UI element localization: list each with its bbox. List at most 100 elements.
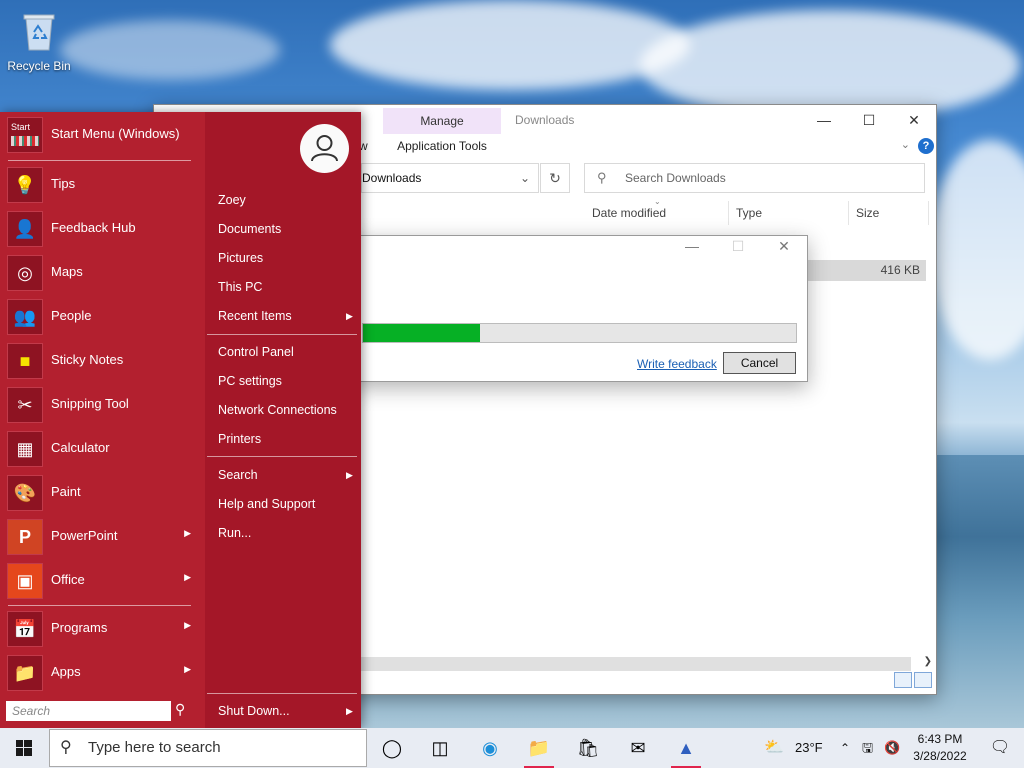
programs-item[interactable]: 📅 Programs ▶ (5, 609, 195, 649)
search-item[interactable]: Search (218, 468, 258, 482)
start-app-item[interactable]: ▦ Calculator (5, 429, 195, 469)
network-connections-item[interactable]: Network Connections (218, 403, 337, 417)
store-icon[interactable]: 🛍 (564, 728, 612, 768)
start-app-label: Feedback Hub (51, 220, 136, 235)
start-app-item[interactable]: 👤 Feedback Hub (5, 209, 195, 249)
apps-item[interactable]: 📁 Apps ▶ (5, 653, 195, 693)
cancel-button[interactable]: Cancel (723, 352, 796, 374)
run-item[interactable]: Run... (218, 526, 251, 540)
start-app-label: Sticky Notes (51, 352, 124, 367)
dialog-maximize-button: ☐ (731, 238, 745, 254)
cortana-icon[interactable]: ◯ (368, 728, 416, 768)
this-pc-item[interactable]: This PC (218, 280, 262, 294)
start-app-item[interactable]: ▣ Office ▶ (5, 561, 195, 601)
minimize-button[interactable]: — (801, 107, 847, 133)
refresh-button[interactable]: ↻ (540, 163, 570, 193)
recycle-bin-label: Recycle Bin (7, 59, 71, 73)
start-menu-header-item[interactable]: Start Start Menu (Windows) (5, 115, 195, 155)
start-app-item[interactable]: ■ Sticky Notes (5, 341, 195, 381)
user-name-item[interactable]: Zoey (218, 193, 246, 207)
start-app-item[interactable]: P PowerPoint ▶ (5, 517, 195, 557)
recent-items-item[interactable]: Recent Items (218, 309, 292, 323)
pictures-item[interactable]: Pictures (218, 251, 263, 265)
apps-label: Apps (51, 664, 81, 679)
sky-cloud (930, 140, 1024, 360)
write-feedback-link[interactable]: Write feedback (637, 357, 717, 371)
chevron-right-icon[interactable]: ▶ (346, 706, 353, 717)
file-size-cell: 416 KB (880, 263, 920, 277)
start-tile-text: Start (11, 122, 31, 132)
start-app-item[interactable]: 👥 People (5, 297, 195, 337)
sort-indicator-icon: ⌄ (654, 197, 661, 206)
dialog-close-button[interactable]: ✕ (764, 238, 804, 255)
network-icon[interactable]: 🖫 (862, 728, 873, 768)
column-header-date-modified[interactable]: Date modified (592, 206, 666, 220)
dialog-minimize-button[interactable]: — (672, 238, 712, 254)
column-header-size[interactable]: Size (856, 206, 879, 220)
chevron-down-icon[interactable]: ⌄ (520, 164, 530, 192)
shut-down-item[interactable]: Shut Down... (218, 704, 290, 718)
search-icon: ⚲ (60, 739, 72, 756)
column-header-type[interactable]: Type (736, 206, 762, 220)
divider (8, 605, 191, 606)
weather-icon[interactable]: ⛅ (764, 728, 784, 768)
progress-bar (362, 323, 797, 343)
start-app-label: Calculator (51, 440, 110, 455)
clock-date: 3/28/2022 (913, 749, 967, 763)
maximize-button[interactable]: ☐ (846, 107, 892, 133)
clock-time: 6:43 PM (917, 732, 963, 746)
progress-dialog: — ☐ ✕ Write feedback Cancel (353, 235, 808, 382)
chevron-down-icon[interactable]: ⌄ (901, 138, 910, 151)
printers-item[interactable]: Printers (218, 432, 261, 446)
close-button[interactable]: ✕ (891, 107, 937, 133)
start-search-input[interactable]: Search (6, 701, 171, 721)
start-app-label: Tips (51, 176, 76, 191)
search-icon[interactable]: ⚲ (175, 701, 185, 718)
file-explorer-taskbar-icon[interactable]: 📁 (515, 728, 563, 768)
column-separator[interactable] (928, 201, 929, 225)
help-icon[interactable]: ? (918, 138, 934, 154)
notification-icon[interactable]: 🗨 (980, 728, 1020, 768)
apps-folder-icon: 📁 (7, 655, 43, 691)
horizontal-scrollbar[interactable] (361, 657, 911, 671)
taskbar-search-input[interactable]: ⚲ Type here to search (49, 729, 367, 767)
details-view-icon[interactable] (894, 672, 912, 688)
recycle-bin-desktop-icon[interactable]: Recycle Bin (4, 8, 74, 73)
column-separator[interactable] (848, 201, 849, 225)
start-button[interactable] (0, 728, 48, 768)
volume-muted-icon[interactable]: 🔇 (884, 728, 900, 768)
mail-icon[interactable]: ✉ (614, 728, 662, 768)
weather-temperature[interactable]: 23°F (795, 728, 823, 768)
help-and-support-item[interactable]: Help and Support (218, 497, 315, 511)
start-app-item[interactable]: ✂ Snipping Tool (5, 385, 195, 425)
start-menu-header-label: Start Menu (Windows) (51, 126, 180, 141)
start-app-item[interactable]: ◎ Maps (5, 253, 195, 293)
user-icon (311, 135, 338, 162)
start-app-label: Office (51, 572, 85, 587)
large-icons-view-icon[interactable] (914, 672, 932, 688)
application-tools-tab[interactable]: Application Tools (383, 135, 501, 157)
chevron-right-icon: ▶ (184, 664, 191, 674)
search-icon: ⚲ (597, 170, 607, 185)
task-view-icon[interactable]: ◫ (416, 728, 464, 768)
control-panel-item[interactable]: Control Panel (218, 345, 294, 359)
search-downloads-input[interactable]: ⚲ Search Downloads (584, 163, 925, 193)
start-app-item[interactable]: 🎨 Paint (5, 473, 195, 513)
sticky-note-icon: ■ (7, 343, 43, 379)
manage-context-tab[interactable]: Manage (383, 108, 501, 134)
start-app-label: Maps (51, 264, 83, 279)
clock[interactable]: 6:43 PM 3/28/2022 (905, 731, 975, 765)
edge-browser-icon[interactable]: ◉ (466, 728, 514, 768)
start-app-item[interactable]: 💡 Tips (5, 165, 195, 205)
pc-settings-item[interactable]: PC settings (218, 374, 282, 388)
start-app-label: Snipping Tool (51, 396, 129, 411)
scroll-right-icon[interactable]: ❯ (924, 656, 932, 667)
documents-item[interactable]: Documents (218, 222, 281, 236)
programs-label: Programs (51, 620, 108, 635)
column-separator[interactable] (728, 201, 729, 225)
divider (207, 693, 357, 694)
chevron-up-icon[interactable]: ⌃ (840, 728, 850, 768)
user-avatar[interactable] (300, 124, 349, 173)
address-bar[interactable]: Downloads ⌄ (361, 163, 539, 193)
start-menu-app-taskbar-icon[interactable]: ▲ (662, 728, 710, 768)
